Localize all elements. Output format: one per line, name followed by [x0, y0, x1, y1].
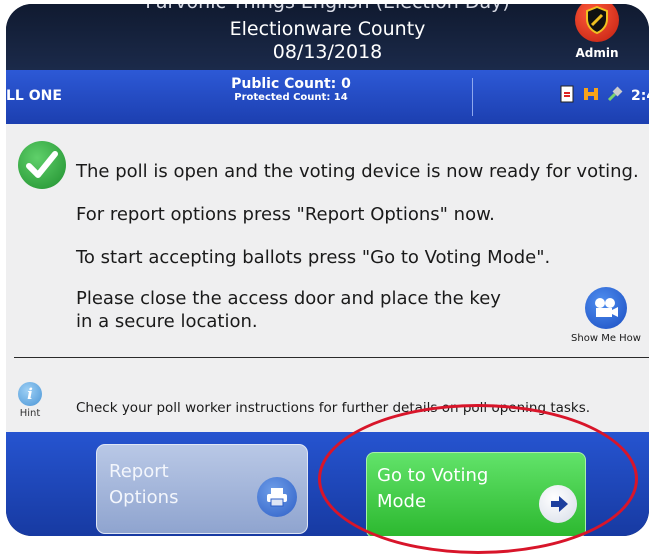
section-divider [14, 357, 649, 358]
show-me-how-label: Show Me How [571, 333, 641, 344]
power-plug-icon [607, 86, 623, 102]
go-to-voting-line1: Go to Voting [377, 465, 489, 486]
hint-label: Hint [19, 408, 41, 419]
status-icons [558, 85, 624, 103]
report-options-line1: Report [109, 461, 169, 482]
ballot-counts: Public Count: 0 Protected Count: 14 [226, 76, 356, 103]
header-election-name: Parvonic Things English (Election Day) [6, 4, 649, 13]
protected-count: Protected Count: 14 [234, 92, 348, 103]
go-to-voting-mode-label: Go to Voting Mode [377, 463, 488, 515]
film-camera-icon [585, 287, 627, 329]
go-to-voting-mode-button[interactable]: Go to Voting Mode [366, 452, 586, 536]
admin-button[interactable]: Admin [567, 4, 627, 60]
message-report-options: For report options press "Report Options… [76, 204, 495, 225]
report-options-label: Report Options [109, 459, 178, 511]
document-icon [560, 85, 574, 103]
poll-name: LL ONE [6, 88, 62, 104]
info-icon: i [18, 382, 42, 406]
admin-label: Admin [575, 46, 619, 60]
checkmark-icon [18, 141, 66, 189]
hint-button[interactable]: i Hint [16, 382, 44, 419]
message-close-door: Please close the access door and place t… [76, 288, 501, 309]
admin-shield-icon [575, 4, 619, 42]
header-county: Electionware County [229, 18, 426, 40]
header: Parvonic Things English (Election Day) E… [6, 4, 649, 70]
status-divider [472, 78, 473, 116]
public-count: Public Count: 0 [231, 76, 351, 92]
hint-text: Check your poll worker instructions for … [76, 400, 591, 416]
report-options-line2: Options [109, 487, 179, 508]
arrow-right-icon [539, 485, 577, 523]
status-bar: LL ONE Public Count: 0 Protected Count: … [6, 70, 649, 124]
message-secure-key: in a secure location. [76, 311, 258, 332]
message-poll-open: The poll is open and the voting device i… [76, 161, 639, 182]
clock-time: 2:4 [631, 88, 649, 104]
message-voting-mode: To start accepting ballots press "Go to … [76, 247, 551, 268]
headphones-icon [584, 88, 598, 100]
message-panel: The poll is open and the voting device i… [6, 124, 649, 432]
printer-icon [257, 477, 297, 517]
show-me-how-button[interactable]: Show Me How [566, 287, 646, 344]
footer-bar: Report Options Go to Voting Mode [6, 432, 649, 536]
report-options-button[interactable]: Report Options [96, 444, 308, 534]
go-to-voting-line2: Mode [377, 491, 427, 512]
header-date: 08/13/2018 [272, 41, 383, 63]
screen-frame: Parvonic Things English (Election Day) E… [6, 4, 649, 536]
